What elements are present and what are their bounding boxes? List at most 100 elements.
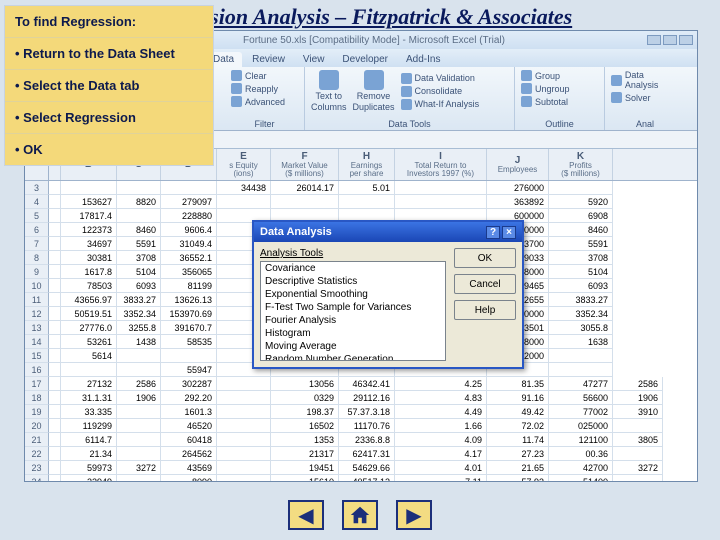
analysis-option[interactable]: F-Test Two Sample for Variances — [261, 301, 445, 314]
ribbon-clear[interactable]: Clear — [231, 70, 298, 81]
ribbon-subtotal[interactable]: Subtotal — [521, 96, 598, 107]
row-number[interactable]: 15 — [25, 349, 49, 363]
cell[interactable]: 3910 — [613, 405, 663, 419]
cell[interactable] — [49, 391, 61, 405]
cell[interactable]: 6114.7 — [61, 433, 117, 447]
cell[interactable]: 1.66 — [395, 419, 487, 433]
cell[interactable]: 60418 — [161, 433, 217, 447]
cell[interactable] — [49, 279, 61, 293]
cell[interactable]: 228880 — [161, 209, 217, 223]
cell[interactable]: 59973 — [61, 461, 117, 475]
cell[interactable]: 2586 — [117, 377, 161, 391]
table-row[interactable]: 23599733272435691945154629.664.0121.6542… — [25, 461, 697, 475]
cell[interactable]: 57.37.3.18 — [339, 405, 395, 419]
cell[interactable]: 3708 — [549, 251, 613, 265]
tab-view[interactable]: View — [295, 52, 333, 67]
cell[interactable] — [49, 349, 61, 363]
cell[interactable] — [613, 419, 663, 433]
cell[interactable] — [117, 181, 161, 195]
row-number[interactable]: 24 — [25, 475, 49, 482]
cell[interactable]: 57.93 — [487, 475, 549, 482]
cell[interactable]: 34697 — [61, 237, 117, 251]
cell[interactable] — [117, 475, 161, 482]
cell[interactable]: 4.09 — [395, 433, 487, 447]
row-number[interactable]: 21 — [25, 433, 49, 447]
cell[interactable] — [49, 307, 61, 321]
cell[interactable]: 1906 — [613, 391, 663, 405]
tab-review[interactable]: Review — [244, 52, 293, 67]
analysis-option[interactable]: Descriptive Statistics — [261, 275, 445, 288]
cell[interactable] — [271, 195, 339, 209]
cell[interactable] — [49, 223, 61, 237]
column-header[interactable]: JEmployees — [487, 149, 549, 180]
cell[interactable]: 391670.7 — [161, 321, 217, 335]
cell[interactable]: 153627 — [61, 195, 117, 209]
cell[interactable] — [217, 475, 271, 482]
cell[interactable]: 025000 — [549, 419, 613, 433]
cell[interactable]: 8460 — [549, 223, 613, 237]
table-row[interactable]: 216114.76041813532336.8.84.0911.74121100… — [25, 433, 697, 447]
cell[interactable] — [49, 475, 61, 482]
cell[interactable]: 27132 — [61, 377, 117, 391]
cell[interactable]: 5104 — [549, 265, 613, 279]
ribbon-remove-duplicates[interactable]: RemoveDuplicates — [353, 70, 395, 112]
cell[interactable] — [61, 181, 117, 195]
row-number[interactable]: 6 — [25, 223, 49, 237]
cell[interactable]: 264562 — [161, 447, 217, 461]
cell[interactable]: 302287 — [161, 377, 217, 391]
cell[interactable]: 17817.4 — [61, 209, 117, 223]
cell[interactable]: 356065 — [161, 265, 217, 279]
cell[interactable] — [217, 377, 271, 391]
cell[interactable]: 153970.69 — [161, 307, 217, 321]
window-controls[interactable] — [647, 35, 693, 45]
ribbon-ungroup[interactable]: Ungroup — [521, 83, 598, 94]
cell[interactable] — [49, 433, 61, 447]
cell[interactable]: 49.42 — [487, 405, 549, 419]
cell[interactable]: 78503 — [61, 279, 117, 293]
row-number[interactable]: 17 — [25, 377, 49, 391]
row-number[interactable]: 19 — [25, 405, 49, 419]
cell[interactable]: 43656.97 — [61, 293, 117, 307]
analysis-option[interactable]: Moving Average — [261, 340, 445, 353]
cell[interactable]: 77002 — [549, 405, 613, 419]
cell[interactable]: 1617.8 — [61, 265, 117, 279]
cell[interactable] — [49, 293, 61, 307]
row-number[interactable]: 12 — [25, 307, 49, 321]
cell[interactable]: 292.20 — [161, 391, 217, 405]
cell[interactable]: 198.37 — [271, 405, 339, 419]
cell[interactable]: 3352.34 — [549, 307, 613, 321]
row-number[interactable]: 14 — [25, 335, 49, 349]
cell[interactable] — [117, 209, 161, 223]
cell[interactable] — [161, 349, 217, 363]
cell[interactable]: 19451 — [271, 461, 339, 475]
cell[interactable] — [117, 405, 161, 419]
row-number[interactable]: 18 — [25, 391, 49, 405]
row-number[interactable]: 23 — [25, 461, 49, 475]
cell[interactable]: 33.335 — [61, 405, 117, 419]
dialog-help-icon[interactable]: ? — [486, 226, 500, 239]
cell[interactable]: 58535 — [161, 335, 217, 349]
cell[interactable]: 21.65 — [487, 461, 549, 475]
cell[interactable] — [117, 447, 161, 461]
column-header[interactable]: ITotal Return to Investors 1997 (%) — [395, 149, 487, 180]
analysis-option[interactable]: Random Number Generation — [261, 353, 445, 361]
tab-addins[interactable]: Add-Ins — [398, 52, 448, 67]
cell[interactable]: 36552.1 — [161, 251, 217, 265]
cell[interactable]: 4.49 — [395, 405, 487, 419]
row-number[interactable]: 5 — [25, 209, 49, 223]
cell[interactable]: 55947 — [161, 363, 217, 377]
nav-next-button[interactable]: ▶ — [396, 500, 432, 530]
cell[interactable]: 13626.13 — [161, 293, 217, 307]
cell[interactable]: 4.01 — [395, 461, 487, 475]
dialog-titlebar[interactable]: Data Analysis ? × — [254, 222, 522, 242]
row-number[interactable]: 10 — [25, 279, 49, 293]
cell[interactable] — [395, 181, 487, 195]
cell[interactable]: 5591 — [117, 237, 161, 251]
cell[interactable]: 54629.66 — [339, 461, 395, 475]
table-row[interactable]: 172713225863022871305646342.414.2581.354… — [25, 377, 697, 391]
cell[interactable]: 51400 — [549, 475, 613, 482]
column-header[interactable]: KProfits ($ millions) — [549, 149, 613, 180]
cell[interactable] — [49, 251, 61, 265]
table-row[interactable]: 20119299465201650211170.761.6672.0202500… — [25, 419, 697, 433]
cell[interactable]: 3708 — [117, 251, 161, 265]
